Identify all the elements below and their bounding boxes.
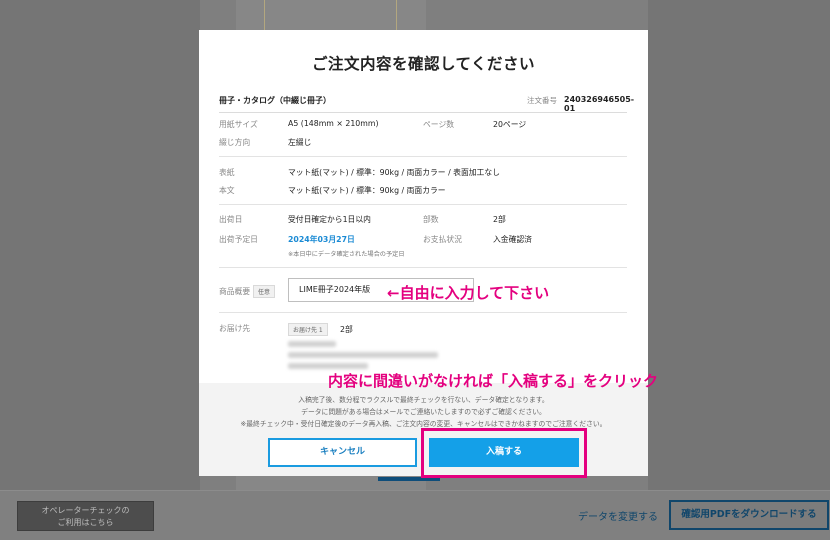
copies-value: 2部 <box>493 215 506 224</box>
divider <box>219 267 627 268</box>
submit-hint-annotation: 内容に間違いがなければ「入稿する」をクリック <box>328 372 659 390</box>
delivery-label: お届け先 <box>219 324 251 333</box>
payment-value: 入金確認済 <box>493 235 532 244</box>
delivery-copies: 2部 <box>340 325 353 334</box>
blurred-address <box>288 363 368 369</box>
delivery-tag: お届け先 1 <box>288 323 328 336</box>
ship-value: 受付日確定から1日以内 <box>288 215 371 224</box>
ship-planned-note: ※本日中にデータ確定された場合の予定日 <box>288 251 405 258</box>
order-number: 240326946505-01 <box>564 95 635 113</box>
input-hint-annotation: ←自由に入力して下さい <box>387 284 550 302</box>
info-line: データに問題がある場合はメールでご連絡いたしますので必ずご確認ください。 <box>301 408 546 416</box>
body-value: マット紙(マット) / 標準：90kg / 両面カラー <box>288 186 446 195</box>
background-right <box>648 0 830 490</box>
paper-size-value: A5 (148mm × 210mm) <box>288 119 379 128</box>
order-number-label: 注文番号 <box>527 96 557 105</box>
paper-size-label: 用紙サイズ <box>219 120 258 129</box>
operator-check-button[interactable]: オペレーターチェックの ご利用はこちら <box>17 501 154 531</box>
payment-label: お支払状況 <box>423 235 462 244</box>
background-guide-line <box>264 0 265 30</box>
background-guide-line <box>396 0 397 30</box>
background-left <box>0 0 200 490</box>
ship-planned-value: 2024年03月27日 <box>288 235 355 244</box>
ship-planned-label: 出荷予定日 <box>219 235 258 244</box>
info-line: ※最終チェック中・受付日確定後のデータ再入稿、ご注文内容の変更、キャンセルはでき… <box>240 420 607 428</box>
order-confirm-modal: ご注文内容を確認してください 冊子・カタログ（中綴じ冊子） 注文番号 24032… <box>199 30 648 476</box>
download-pdf-button[interactable]: 確認用PDFをダウンロードする <box>669 500 829 530</box>
copies-label: 部数 <box>423 215 439 224</box>
blurred-address <box>288 352 438 358</box>
optional-tag: 任意 <box>253 285 276 298</box>
binding-value: 左綴じ <box>288 138 312 147</box>
body-label: 本文 <box>219 186 235 195</box>
cover-label: 表紙 <box>219 168 235 177</box>
modal-title: ご注文内容を確認してください <box>311 55 536 73</box>
blurred-address <box>288 341 336 347</box>
operator-check-line1: オペレーターチェックの <box>41 506 130 515</box>
product-name: 冊子・カタログ（中綴じ冊子） <box>219 96 331 105</box>
item-name-label: 商品概要 <box>219 287 251 296</box>
change-data-link[interactable]: データを変更する <box>578 508 658 523</box>
product-header-row: 冊子・カタログ（中綴じ冊子） 注文番号 240326946505-01 <box>219 93 634 113</box>
divider <box>219 156 627 157</box>
pages-value: 20ページ <box>493 120 527 129</box>
submit-highlight-box <box>421 428 587 478</box>
divider <box>219 312 627 313</box>
info-line: 入稿完了後、数分程でラクスルで最終チェックを行ない、データ確定となります。 <box>298 396 549 404</box>
operator-check-line2: ご利用はこちら <box>57 518 114 527</box>
ship-label: 出荷日 <box>219 215 243 224</box>
pages-label: ページ数 <box>423 120 455 129</box>
divider <box>219 204 627 205</box>
cancel-button[interactable]: キャンセル <box>268 438 417 467</box>
binding-label: 綴じ方向 <box>219 138 251 147</box>
cover-value: マット紙(マット) / 標準：90kg / 両面カラー / 表面加工なし <box>288 168 500 177</box>
